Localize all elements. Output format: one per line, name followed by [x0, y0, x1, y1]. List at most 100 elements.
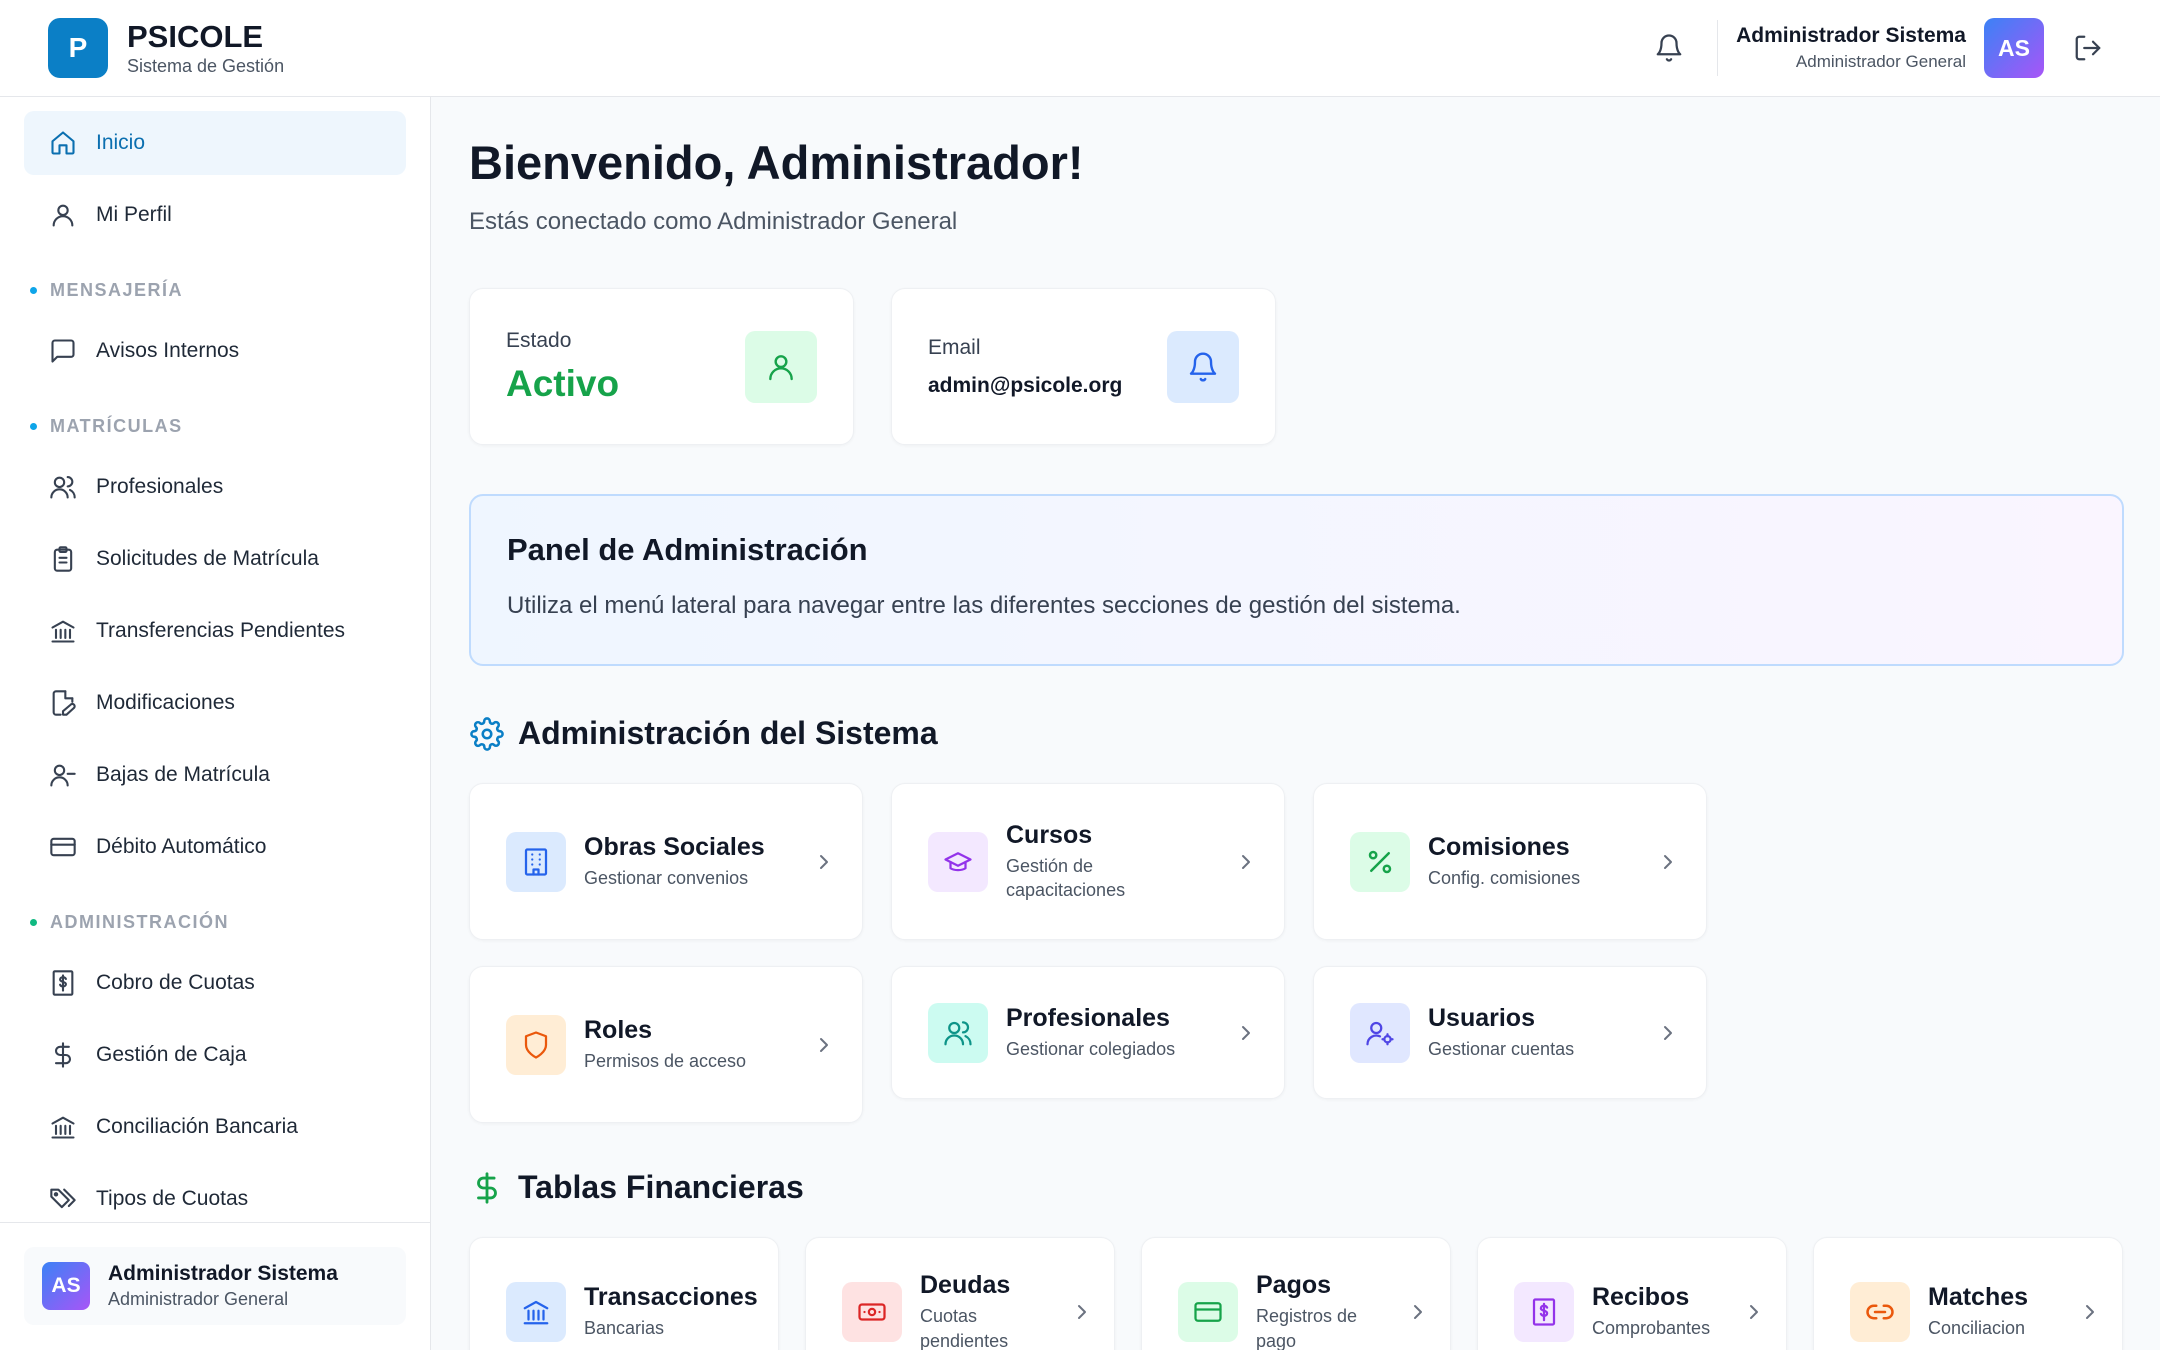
card-text: Obras Sociales Gestionar convenios: [584, 833, 812, 890]
section-mensajeria: MENSAJERÍA: [24, 255, 406, 311]
card-subtitle: Bancarias: [584, 1318, 665, 1339]
card-text: Roles Permisos de acceso: [584, 1016, 812, 1073]
link-icon: [1850, 1282, 1910, 1342]
section-title: ADMINISTRACIÓN: [50, 911, 229, 932]
estado-value: Activo: [506, 362, 620, 404]
card-cursos[interactable]: Cursos Gestión de capacitaciones: [891, 783, 1285, 940]
main-content: Bienvenido, Administrador! Estás conecta…: [469, 97, 2124, 1350]
card-subtitle: Gestionar colegiados: [1006, 1038, 1176, 1059]
header-user: Administrador Sistema Administrador Gene…: [1736, 24, 1966, 72]
card-profesionales[interactable]: Profesionales Gestionar colegiados: [891, 966, 1285, 1099]
sidebar-item-label: Gestión de Caja: [96, 1043, 247, 1066]
fin-card-grid: Transacciones Bancarias Deudas Cuotas pe…: [469, 1237, 2124, 1350]
card-title: Cursos: [1006, 820, 1093, 849]
card-usuarios[interactable]: Usuarios Gestionar cuentas: [1313, 966, 1707, 1099]
header-user-name: Administrador Sistema: [1736, 24, 1966, 47]
shield-icon: [506, 1014, 566, 1075]
sidebar-item-gestion-caja[interactable]: Gestión de Caja: [24, 1023, 406, 1087]
admin-section-title: Administración del Sistema: [469, 715, 2124, 752]
sidebar-item-label: Avisos Internos: [96, 339, 240, 362]
card-subtitle: Conciliacion: [1928, 1318, 2026, 1339]
card-recibos[interactable]: Recibos Comprobantes: [1477, 1237, 1787, 1350]
chevron-right-icon: [2086, 1305, 2094, 1319]
receipt-dollar-icon: [1514, 1282, 1574, 1342]
logout-button[interactable]: [2064, 24, 2112, 72]
home-icon: [48, 128, 78, 158]
sidebar-item-solicitudes[interactable]: Solicitudes de Matrícula: [24, 527, 406, 591]
sidebar-nav: Inicio Mi Perfil MENSAJERÍA Avisos Inter…: [0, 97, 430, 1231]
app-logo[interactable]: P: [48, 18, 108, 78]
sidebar-item-debito[interactable]: Débito Automático: [24, 815, 406, 879]
gear-icon: [469, 716, 505, 752]
card-deudas[interactable]: Deudas Cuotas pendientes: [805, 1237, 1115, 1350]
graduation-cap-icon: [928, 831, 988, 892]
chevron-right-icon: [820, 854, 828, 869]
sidebar-item-label: Profesionales: [96, 475, 224, 498]
credit-card-icon: [48, 832, 78, 862]
card-roles[interactable]: Roles Permisos de acceso: [469, 966, 863, 1123]
email-card: Email admin@psicole.org: [891, 288, 1276, 445]
fin-section-title: Tablas Financieras: [469, 1169, 2124, 1206]
sidebar-item-profesionales[interactable]: Profesionales: [24, 455, 406, 519]
sidebar-user-card[interactable]: AS Administrador Sistema Administrador G…: [24, 1247, 406, 1325]
bank-icon: [48, 1112, 78, 1142]
sidebar-item-label: Débito Automático: [96, 835, 267, 858]
card-title: Recibos: [1592, 1283, 1690, 1312]
card-text: Profesionales Gestionar colegiados: [1006, 1004, 1234, 1061]
logout-icon: [2075, 35, 2101, 61]
clipboard-icon: [48, 544, 78, 574]
building-icon: [506, 831, 566, 892]
notifications-button[interactable]: [1645, 24, 1693, 72]
admin-section-label: Administración del Sistema: [518, 715, 938, 751]
stat-row: Estado Activo Email admin@psicole.org: [469, 288, 2124, 445]
card-title: Deudas: [920, 1271, 1011, 1300]
sidebar-item-inicio[interactable]: Inicio: [24, 111, 406, 175]
sidebar-item-label: Bajas de Matrícula: [96, 763, 270, 786]
card-subtitle: Cuotas pendientes: [920, 1306, 1009, 1350]
admin-card-grid: Obras Sociales Gestionar convenios Curso…: [469, 783, 2124, 1123]
admin-panel-banner: Panel de Administración Utiliza el menú …: [469, 494, 2124, 666]
card-title: Usuarios: [1428, 1003, 1535, 1032]
card-obras-sociales[interactable]: Obras Sociales Gestionar convenios: [469, 783, 863, 940]
card-pagos[interactable]: Pagos Registros de pago: [1141, 1237, 1451, 1350]
brand: PSICOLE Sistema de Gestión: [127, 19, 284, 78]
section-title: MATRÍCULAS: [50, 415, 183, 436]
users-icon: [928, 1002, 988, 1063]
bell-icon: [1656, 34, 1682, 62]
sidebar-item-avisos-internos[interactable]: Avisos Internos: [24, 319, 406, 383]
tags-icon: [48, 1184, 78, 1214]
sidebar-item-modificaciones[interactable]: Modificaciones: [24, 671, 406, 735]
card-text: Comisiones Config. comisiones: [1428, 833, 1656, 890]
sidebar-user-name: Administrador Sistema: [108, 1262, 338, 1285]
card-comisiones[interactable]: Comisiones Config. comisiones: [1313, 783, 1707, 940]
sidebar-item-conciliacion[interactable]: Conciliación Bancaria: [24, 1095, 406, 1159]
card-subtitle: Permisos de acceso: [584, 1050, 747, 1071]
sidebar-item-label: Cobro de Cuotas: [96, 971, 255, 994]
card-subtitle: Comprobantes: [1592, 1318, 1711, 1339]
sidebar-user-text: Administrador Sistema Administrador Gene…: [108, 1262, 338, 1310]
user-cog-icon: [1350, 1002, 1410, 1063]
section-dot: [30, 918, 37, 926]
card-title: Transacciones: [584, 1283, 758, 1312]
header-user-role: Administrador General: [1795, 52, 1966, 71]
section-title: MENSAJERÍA: [50, 279, 184, 300]
sidebar-item-mi-perfil[interactable]: Mi Perfil: [24, 183, 406, 247]
page-title: Bienvenido, Administrador!: [469, 136, 1084, 189]
card-transacciones[interactable]: Transacciones Bancarias: [469, 1237, 779, 1350]
estado-label: Estado: [506, 328, 572, 352]
bank-icon: [506, 1282, 566, 1342]
user-minus-icon: [48, 760, 78, 790]
card-title: Comisiones: [1428, 832, 1570, 861]
card-title: Profesionales: [1006, 1003, 1170, 1032]
card-matches[interactable]: Matches Conciliacion: [1813, 1237, 2123, 1350]
section-matriculas: MATRÍCULAS: [24, 391, 406, 447]
sidebar-item-transferencias[interactable]: Transferencias Pendientes: [24, 599, 406, 663]
bank-icon: [48, 616, 78, 646]
sidebar-item-cobro-cuotas[interactable]: Cobro de Cuotas: [24, 951, 406, 1015]
email-text: Email admin@psicole.org: [928, 336, 1122, 398]
card-text: Cursos Gestión de capacitaciones: [1006, 821, 1234, 903]
header-avatar[interactable]: AS: [1984, 18, 2044, 78]
card-subtitle: Config. comisiones: [1428, 867, 1581, 888]
sidebar-item-bajas[interactable]: Bajas de Matrícula: [24, 743, 406, 807]
sidebar-user-role: Administrador General: [108, 1289, 289, 1309]
